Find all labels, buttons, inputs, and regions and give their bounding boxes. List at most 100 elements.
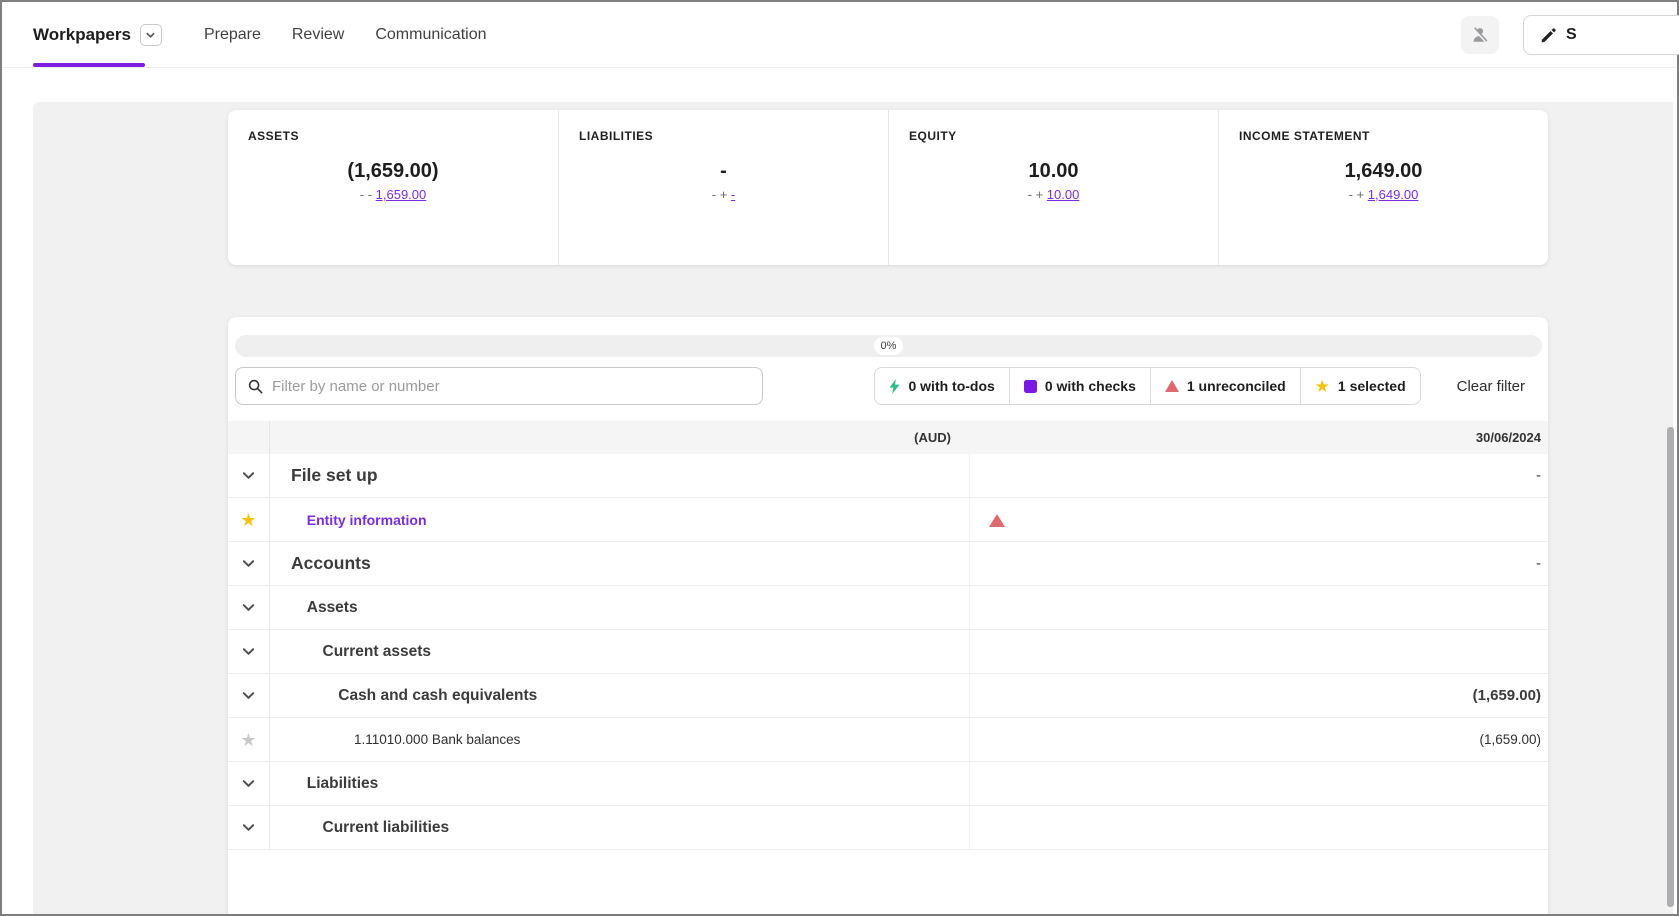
tab-review[interactable]: Review bbox=[292, 26, 344, 44]
currency-header: (AUD) bbox=[270, 421, 970, 454]
chevron-down-icon[interactable] bbox=[241, 688, 256, 703]
summary-card-value: 1,649.00 bbox=[1219, 160, 1548, 183]
row-value-cell: - bbox=[970, 542, 1548, 585]
filter-search-box[interactable] bbox=[235, 367, 763, 405]
vertical-scrollbar-thumb[interactable] bbox=[1667, 427, 1674, 907]
tab-prepare[interactable]: Prepare bbox=[204, 26, 261, 44]
summary-card-breakdown-prefix: - + bbox=[1028, 187, 1047, 202]
active-tab-underline bbox=[33, 63, 145, 67]
person-slash-icon bbox=[1470, 25, 1490, 45]
filter-search-input[interactable] bbox=[272, 378, 750, 395]
chevron-down-icon[interactable] bbox=[241, 820, 256, 835]
summary-card-value: 10.00 bbox=[889, 160, 1218, 183]
summary-card: LIABILITIES - - + - bbox=[558, 110, 888, 265]
summary-card-label: EQUITY bbox=[909, 129, 1218, 143]
filter-segment[interactable]: 0 with to-dos bbox=[875, 368, 1008, 404]
table-row[interactable]: ★ ★ File set up - bbox=[228, 454, 1548, 498]
progress-percent: 0% bbox=[874, 337, 904, 355]
summary-card-link[interactable]: - bbox=[731, 187, 735, 202]
star-icon[interactable]: ★ bbox=[240, 731, 256, 749]
summary-card-breakdown-prefix: - - bbox=[360, 187, 376, 202]
edit-button[interactable]: S bbox=[1523, 15, 1679, 55]
summary-card-link[interactable]: 1,659.00 bbox=[376, 187, 427, 202]
row-lead-cell: ★ ★ bbox=[228, 718, 270, 761]
row-value-cell bbox=[970, 806, 1548, 849]
summary-card-value: - bbox=[559, 160, 888, 183]
chevron-down-icon[interactable] bbox=[241, 600, 256, 615]
row-label[interactable]: Assets bbox=[307, 599, 358, 617]
workpapers-panel: 0% 0 with to-dos 0 with checks 1 unrecon… bbox=[228, 317, 1548, 914]
row-label[interactable]: Cash and cash equivalents bbox=[338, 687, 537, 705]
star-icon: ★ bbox=[1315, 378, 1330, 395]
summary-card: EQUITY 10.00 - + 10.00 bbox=[888, 110, 1218, 265]
table-row[interactable]: ★ ★ Accounts - bbox=[228, 542, 1548, 586]
row-name-cell: File set up bbox=[270, 454, 970, 497]
row-value-cell bbox=[970, 586, 1548, 629]
table-row[interactable]: ★ ★ Current liabilities bbox=[228, 806, 1548, 850]
clear-filter-button[interactable]: Clear filter bbox=[1457, 378, 1525, 395]
summary-card-link[interactable]: 10.00 bbox=[1047, 187, 1080, 202]
row-lead-cell: ★ ★ bbox=[228, 542, 270, 585]
row-lead-cell: ★ ★ bbox=[228, 674, 270, 717]
row-name-cell: 1.11010.000 Bank balances bbox=[270, 718, 970, 761]
filter-segment[interactable]: 1 unreconciled bbox=[1150, 368, 1300, 404]
chevron-down-icon bbox=[146, 32, 155, 38]
period-date-header: 30/06/2024 bbox=[970, 421, 1548, 454]
row-name-cell: Current assets bbox=[270, 630, 970, 673]
filter-segment[interactable]: ★ 1 selected bbox=[1300, 368, 1420, 404]
row-value-cell: - bbox=[970, 454, 1548, 497]
chevron-down-icon[interactable] bbox=[241, 468, 256, 483]
tab-workpapers[interactable]: Workpapers bbox=[33, 2, 162, 67]
row-lead-cell: ★ ★ bbox=[228, 586, 270, 629]
summary-card-breakdown-prefix: - + bbox=[712, 187, 731, 202]
row-label[interactable]: Current assets bbox=[323, 643, 432, 661]
summary-card-breakdown-prefix: - + bbox=[1349, 187, 1368, 202]
row-lead-cell: ★ ★ bbox=[228, 454, 270, 497]
row-label[interactable]: Accounts bbox=[291, 553, 371, 574]
topbar: Workpapers Prepare Review Communication … bbox=[2, 2, 1677, 68]
table-row[interactable]: ★ ★ 1.11010.000 Bank balances (1,659.00) bbox=[228, 718, 1548, 762]
row-label[interactable]: Entity information bbox=[307, 512, 427, 528]
check-square-icon bbox=[1024, 380, 1037, 393]
chevron-down-icon[interactable] bbox=[241, 644, 256, 659]
summary-card-breakdown: - + - bbox=[559, 187, 888, 202]
filter-segment[interactable]: 0 with checks bbox=[1009, 368, 1150, 404]
top-nav: Prepare Review Communication bbox=[204, 26, 487, 44]
row-label[interactable]: Liabilities bbox=[307, 775, 379, 793]
summary-card-label: INCOME STATEMENT bbox=[1239, 129, 1548, 143]
row-name-cell: Entity information bbox=[270, 498, 970, 541]
filter-segments: 0 with to-dos 0 with checks 1 unreconcil… bbox=[874, 367, 1420, 405]
row-lead-cell: ★ ★ bbox=[228, 806, 270, 849]
hide-reviewer-button[interactable] bbox=[1461, 16, 1499, 54]
table-header-lead-cell bbox=[228, 421, 270, 454]
row-value: - bbox=[1536, 555, 1541, 572]
row-value: (1,659.00) bbox=[1479, 732, 1541, 747]
table-row[interactable]: ★ ★ Entity information bbox=[228, 498, 1548, 542]
row-label[interactable]: File set up bbox=[291, 465, 378, 486]
lightning-icon bbox=[889, 379, 900, 394]
tab-workpapers-label: Workpapers bbox=[33, 25, 131, 45]
row-value-cell bbox=[970, 498, 1548, 541]
workpapers-dropdown-button[interactable] bbox=[140, 24, 162, 46]
chevron-down-icon[interactable] bbox=[241, 776, 256, 791]
tab-communication[interactable]: Communication bbox=[375, 26, 486, 44]
row-lead-cell: ★ ★ bbox=[228, 498, 270, 541]
table-row[interactable]: ★ ★ Cash and cash equivalents (1,659.00) bbox=[228, 674, 1548, 718]
row-label[interactable]: 1.11010.000 Bank balances bbox=[354, 732, 520, 747]
row-name-cell: Assets bbox=[270, 586, 970, 629]
triangle-icon bbox=[1165, 380, 1179, 392]
chevron-down-icon[interactable] bbox=[241, 556, 256, 571]
summary-card-breakdown: - + 1,649.00 bbox=[1219, 187, 1548, 202]
star-icon[interactable]: ★ bbox=[240, 511, 256, 529]
row-label[interactable]: Current liabilities bbox=[323, 819, 450, 837]
summary-card-label: ASSETS bbox=[248, 129, 558, 143]
summary-card-breakdown: - - 1,659.00 bbox=[228, 187, 558, 202]
summary-card-value: (1,659.00) bbox=[228, 160, 558, 183]
workpapers-table: (AUD) 30/06/2024 ★ ★ File set up - bbox=[228, 421, 1548, 850]
unreconciled-triangle-icon bbox=[989, 514, 1005, 527]
table-row[interactable]: ★ ★ Assets bbox=[228, 586, 1548, 630]
summary-card-link[interactable]: 1,649.00 bbox=[1368, 187, 1419, 202]
search-icon bbox=[248, 379, 263, 394]
table-row[interactable]: ★ ★ Current assets bbox=[228, 630, 1548, 674]
table-row[interactable]: ★ ★ Liabilities bbox=[228, 762, 1548, 806]
